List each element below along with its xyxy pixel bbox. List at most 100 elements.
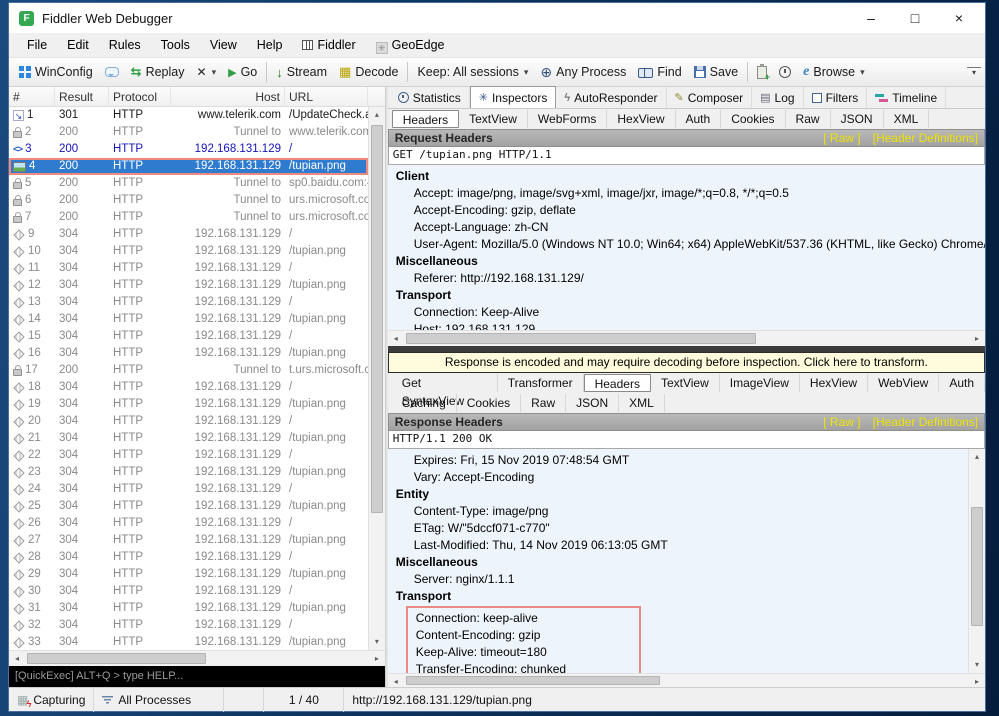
table-row[interactable]: 17200HTTPTunnel tot.urs.microsoft.com:44… [9, 362, 368, 379]
header-item[interactable]: Keep-Alive: timeout=180 [408, 644, 629, 661]
header-item[interactable]: Transfer-Encoding: chunked [408, 661, 629, 673]
table-row[interactable]: 16304HTTP192.168.131.129/tupian.png [9, 345, 368, 362]
stream-button[interactable]: ↓Stream [270, 60, 333, 85]
header-item[interactable]: Referer: http://192.168.131.129/ [388, 270, 985, 287]
request-tab-headers[interactable]: Headers [392, 110, 459, 128]
table-row[interactable]: 20304HTTP192.168.131.129/ [9, 413, 368, 430]
response-tab-xml[interactable]: XML [619, 394, 665, 412]
response-raw-link[interactable]: [ Raw ] [823, 415, 860, 429]
table-row[interactable]: 18304HTTP192.168.131.129/ [9, 379, 368, 396]
menu-item-view[interactable]: View [200, 33, 247, 58]
table-row[interactable]: 29304HTTP192.168.131.129/tupian.png [9, 566, 368, 583]
table-row[interactable]: 4200HTTP192.168.131.129/tupian.png [9, 158, 368, 175]
table-row[interactable]: 27304HTTP192.168.131.129/tupian.png [9, 532, 368, 549]
header-item[interactable]: User-Agent: Mozilla/5.0 (Windows NT 10.0… [388, 236, 985, 253]
header-group-client[interactable]: Client [388, 168, 985, 185]
table-row[interactable]: 11304HTTP192.168.131.129/ [9, 260, 368, 277]
close-button[interactable]: × [937, 4, 981, 32]
session-list-horizontal-scrollbar[interactable]: ◂ ▸ [9, 650, 385, 666]
tab-inspectors[interactable]: ✳Inspectors [470, 86, 557, 108]
response-tab-hexview[interactable]: HexView [800, 374, 868, 392]
keep-sessions-dropdown[interactable]: Keep: All sessions▾ [411, 60, 534, 85]
table-row[interactable]: 12304HTTP192.168.131.129/tupian.png [9, 277, 368, 294]
table-row[interactable]: 13304HTTP192.168.131.129/ [9, 294, 368, 311]
quickexec-bar[interactable]: [QuickExec] ALT+Q > type HELP... [9, 666, 385, 687]
header-item[interactable]: Expires: Fri, 15 Nov 2019 07:48:54 GMT [388, 452, 968, 469]
any-process-button[interactable]: ⊕Any Process [534, 60, 632, 85]
header-item[interactable]: Host: 192.168.131.129 [388, 321, 985, 330]
scroll-track[interactable] [404, 674, 969, 687]
tab-statistics[interactable]: Statistics [390, 87, 470, 108]
table-row[interactable]: 2200HTTPTunnel towww.telerik.com:443 [9, 124, 368, 141]
comment-button[interactable] [99, 60, 125, 85]
menu-item-tools[interactable]: Tools [151, 33, 200, 58]
column-header-protocol[interactable]: Protocol [109, 87, 171, 107]
tab-autoresponder[interactable]: ϟAutoResponder [556, 87, 666, 108]
request-tab-hexview[interactable]: HexView [607, 110, 675, 128]
column-header-number[interactable]: # [9, 87, 55, 107]
scroll-track[interactable] [369, 123, 385, 634]
session-list-vertical-scrollbar[interactable]: ▴ ▾ [368, 107, 385, 650]
header-item[interactable]: Accept: image/png, image/svg+xml, image/… [388, 185, 985, 202]
header-item[interactable]: Accept-Encoding: gzip, deflate [388, 202, 985, 219]
request-tab-auth[interactable]: Auth [676, 110, 722, 128]
table-row[interactable]: 10304HTTP192.168.131.129/tupian.png [9, 243, 368, 260]
header-group-entity[interactable]: Entity [388, 486, 968, 503]
response-vertical-scrollbar[interactable]: ▴ ▾ [968, 449, 985, 673]
scroll-thumb[interactable] [406, 333, 756, 344]
table-row[interactable]: 26304HTTP192.168.131.129/ [9, 515, 368, 532]
winconfig-button[interactable]: WinConfig [13, 60, 99, 85]
toolbar-overflow-button[interactable]: ▾ [967, 67, 981, 78]
table-row[interactable]: 31304HTTP192.168.131.129/tupian.png [9, 600, 368, 617]
scroll-down-arrow[interactable]: ▾ [969, 657, 985, 673]
response-tab-get-syntaxview[interactable]: Get SyntaxView [392, 374, 498, 392]
table-row[interactable]: 6200HTTPTunnel tours.microsoft.com:443 [9, 192, 368, 209]
scroll-thumb[interactable] [371, 125, 383, 513]
scroll-track[interactable] [404, 331, 969, 346]
header-item[interactable]: Accept-Language: zh-CN [388, 219, 985, 236]
table-row[interactable]: 30304HTTP192.168.131.129/ [9, 583, 368, 600]
capturing-indicator[interactable]: ▦Capturing [9, 688, 94, 712]
response-tab-textview[interactable]: TextView [651, 374, 720, 392]
menu-item-edit[interactable]: Edit [57, 33, 99, 58]
request-tab-xml[interactable]: XML [884, 110, 930, 128]
go-button[interactable]: ▶Go [222, 60, 263, 85]
table-row[interactable]: 32304HTTP192.168.131.129/ [9, 617, 368, 634]
response-tab-transformer[interactable]: Transformer [498, 374, 584, 392]
response-tab-caching[interactable]: Caching [392, 394, 457, 412]
menu-item-help[interactable]: Help [247, 33, 293, 58]
scroll-up-arrow[interactable]: ▴ [369, 107, 385, 123]
table-row[interactable]: 5200HTTPTunnel tosp0.baidu.com:443 [9, 175, 368, 192]
tab-log[interactable]: ▤Log [752, 87, 803, 108]
response-tab-json[interactable]: JSON [566, 394, 619, 412]
menu-item-file[interactable]: File [17, 33, 57, 58]
scroll-thumb[interactable] [406, 676, 660, 685]
table-row[interactable]: 14304HTTP192.168.131.129/tupian.png [9, 311, 368, 328]
transform-notice-bar[interactable]: Response is encoded and may require deco… [388, 352, 985, 373]
scroll-track[interactable] [25, 651, 369, 666]
table-row[interactable]: 28304HTTP192.168.131.129/ [9, 549, 368, 566]
table-row[interactable]: 21304HTTP192.168.131.129/tupian.png [9, 430, 368, 447]
request-tab-webforms[interactable]: WebForms [528, 110, 607, 128]
scroll-right-arrow[interactable]: ▸ [369, 651, 385, 666]
request-tab-raw[interactable]: Raw [786, 110, 831, 128]
remove-sessions-button[interactable]: ✕▾ [191, 60, 223, 85]
scroll-track[interactable] [969, 465, 985, 657]
header-item[interactable]: Content-Type: image/png [388, 503, 968, 520]
table-row[interactable]: 33304HTTP192.168.131.129/tupian.png [9, 634, 368, 650]
scroll-up-arrow[interactable]: ▴ [969, 449, 985, 465]
request-tab-textview[interactable]: TextView [459, 110, 528, 128]
request-horizontal-scrollbar[interactable]: ◂ ▸ [388, 330, 985, 346]
save-button[interactable]: Save [688, 60, 745, 85]
browse-button[interactable]: eBrowse▾ [797, 60, 870, 85]
request-raw-link[interactable]: [ Raw ] [823, 131, 860, 145]
header-item[interactable]: ETag: W/"5dccf071-c770" [388, 520, 968, 537]
menu-item-rules[interactable]: Rules [99, 33, 151, 58]
screenshot-button[interactable] [751, 60, 773, 85]
response-tab-webview[interactable]: WebView [868, 374, 939, 392]
table-row[interactable]: 9304HTTP192.168.131.129/ [9, 226, 368, 243]
table-row[interactable]: 19304HTTP192.168.131.129/tupian.png [9, 396, 368, 413]
header-group-transport[interactable]: Transport [388, 287, 985, 304]
request-tab-cookies[interactable]: Cookies [721, 110, 785, 128]
header-group-miscellaneous[interactable]: Miscellaneous [388, 554, 968, 571]
